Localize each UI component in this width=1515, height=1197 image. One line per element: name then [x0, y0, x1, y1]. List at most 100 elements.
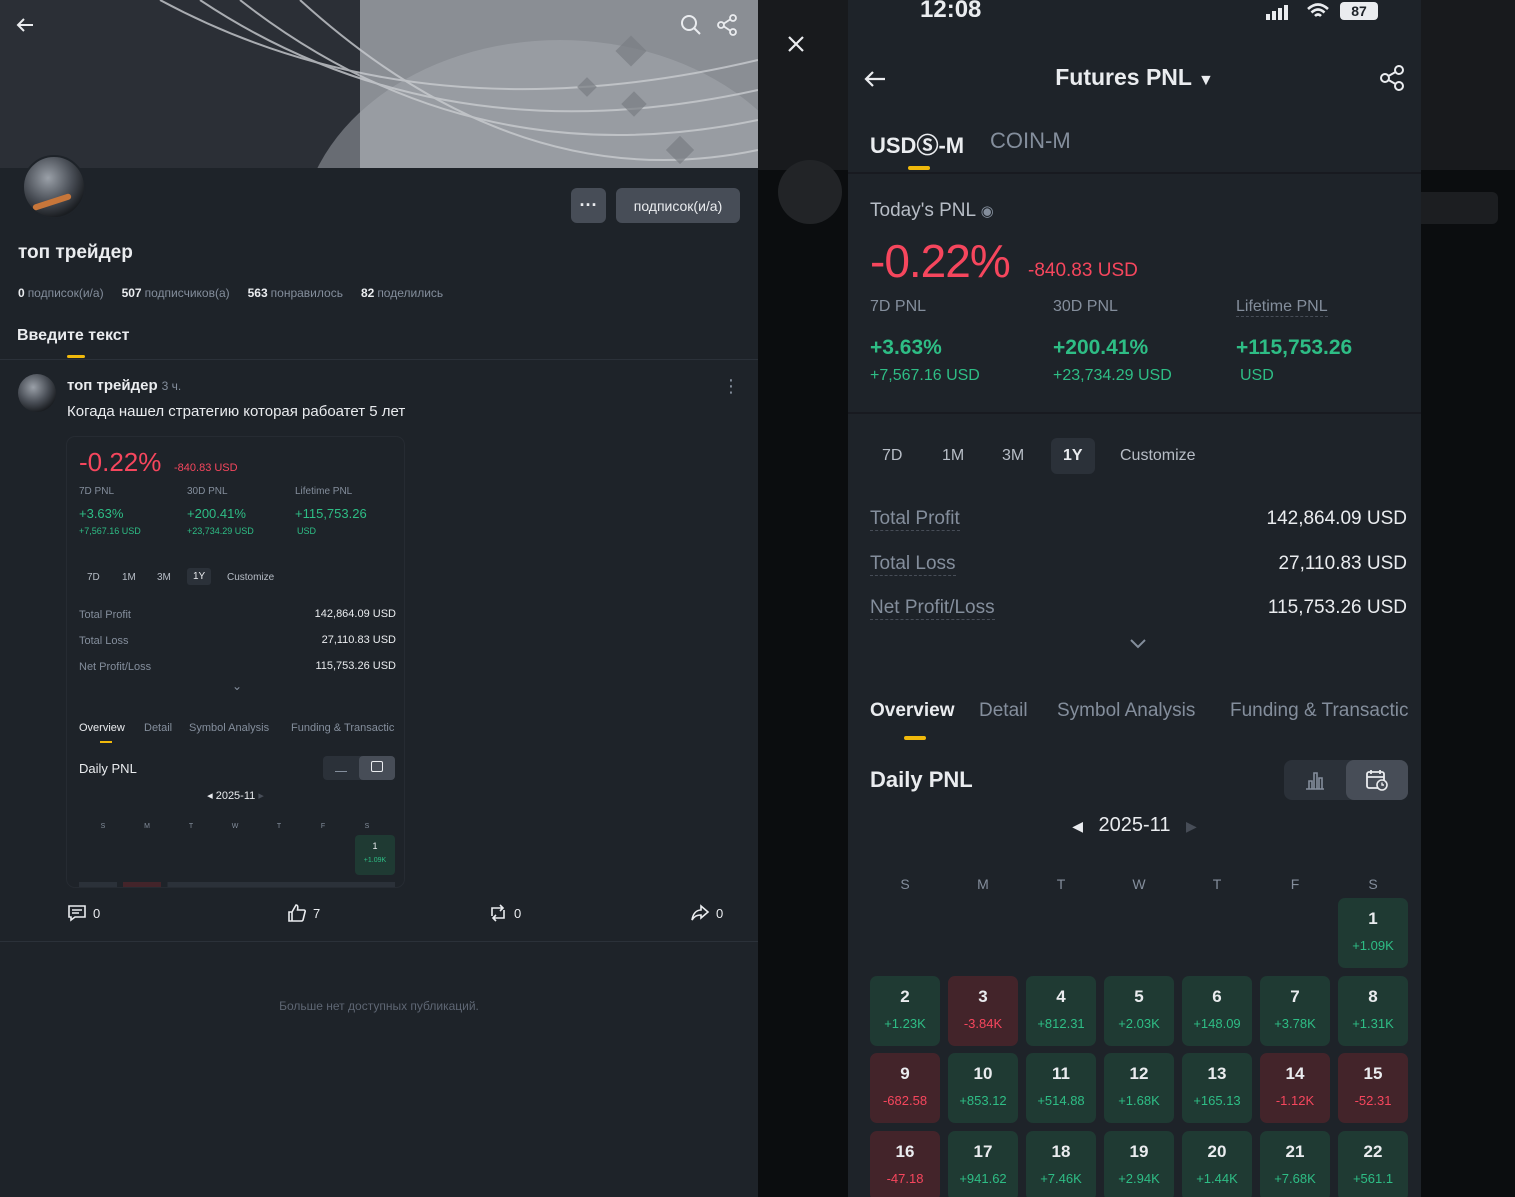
day-number: 13	[1207, 1064, 1227, 1083]
mini-kpi-value: +115,753.26	[295, 506, 367, 521]
day-number: 8	[1368, 987, 1378, 1006]
like-button[interactable]: 7	[287, 903, 320, 923]
calendar-day-cell[interactable]: 22 +561.1	[1338, 1131, 1408, 1197]
calendar-day-cell[interactable]: 12 +1.68K	[1104, 1053, 1174, 1123]
calendar-day-cell[interactable]: 10 +853.12	[948, 1053, 1018, 1123]
chevron-down-icon[interactable]	[1128, 636, 1148, 655]
mini-tab-overview: Overview	[79, 722, 125, 734]
calendar-day-cell[interactable]: 8 +1.31K	[1338, 976, 1408, 1046]
profile-banner	[0, 0, 758, 168]
day-pnl-value: -1.12K	[1275, 1093, 1315, 1108]
profile-name: топ трейдер	[18, 242, 133, 263]
calendar-day-cell[interactable]: 14 -1.12K	[1260, 1053, 1330, 1123]
kpi-30d-value: +200.41%	[1053, 336, 1149, 359]
prev-month-icon[interactable]: ◀	[1072, 818, 1083, 834]
calendar-day-cell[interactable]: 3 -3.84K	[948, 976, 1018, 1046]
mini-month: ◂ 2025-11 ▸	[207, 790, 264, 802]
day-number: 5	[1134, 987, 1144, 1006]
stat-followers[interactable]: 507 подписчиков(а)	[122, 286, 230, 300]
calendar-day-cell[interactable]: 1 +1.09K	[1338, 898, 1408, 968]
calendar-day-cell[interactable]: 2 +1.23K	[870, 976, 940, 1046]
day-number: 6	[1212, 987, 1222, 1006]
day-pnl-value: +1.44K	[1196, 1171, 1238, 1186]
post-action-bar: 0 7 0 0	[0, 895, 758, 931]
calendar-day-cell[interactable]: 11 +514.88	[1026, 1053, 1096, 1123]
tab-active-indicator	[67, 355, 85, 358]
stat-shares: 82 поделились	[360, 286, 444, 300]
more-options-button[interactable]: ···	[571, 188, 606, 223]
day-pnl-value: +7.46K	[1040, 1171, 1082, 1186]
calendar-view-button[interactable]	[1346, 760, 1408, 800]
bar-chart-view-button[interactable]	[1284, 760, 1346, 800]
banner-pattern	[159, 0, 758, 168]
profile-avatar[interactable]	[22, 155, 86, 219]
status-clock: 12:08	[920, 0, 982, 23]
range-7d[interactable]: 7D	[870, 438, 914, 474]
page-title[interactable]: Futures PNL ▼	[848, 64, 1421, 91]
range-1m[interactable]: 1M	[930, 438, 976, 474]
mini-summary-value: 115,753.26 USD	[315, 660, 396, 672]
profile-pane: ··· подписок(и/а) топ трейдер 0 подписок(…	[0, 0, 758, 1197]
calendar-day-cell[interactable]: 5 +2.03K	[1104, 976, 1174, 1046]
range-customize[interactable]: Customize	[1108, 438, 1208, 474]
tab-usds-m[interactable]: USDⓈ-M	[870, 128, 964, 160]
calendar-day-cell[interactable]: 17 +941.62	[948, 1131, 1018, 1197]
mini-tab-detail: Detail	[144, 722, 173, 734]
tab-detail[interactable]: Detail	[979, 700, 1028, 722]
calendar-day-cell[interactable]: 20 +1.44K	[1182, 1131, 1252, 1197]
bar-chart-icon	[1306, 772, 1324, 790]
todays-pnl-label: Today's PNL ◉	[870, 200, 994, 221]
calendar-day-cell[interactable]: 21 +7.68K	[1260, 1131, 1330, 1197]
calendar-day-cell[interactable]: 18 +7.46K	[1026, 1131, 1096, 1197]
stat-following[interactable]: 0 подписок(и/а)	[18, 286, 104, 300]
mini-range-1m: 1M	[122, 572, 136, 583]
kpi-lifetime-usd: USD	[1240, 367, 1274, 384]
day-pnl-value: +3.78K	[1274, 1016, 1316, 1031]
share-icon[interactable]	[1378, 64, 1406, 97]
tab-symbol-analysis[interactable]: Symbol Analysis	[1057, 700, 1195, 722]
divider	[0, 941, 758, 942]
calendar-day-cell[interactable]: 7 +3.78K	[1260, 976, 1330, 1046]
mini-daily-title: Daily PNL	[79, 761, 137, 776]
calendar-day-cell[interactable]: 16 -47.18	[870, 1131, 940, 1197]
back-arrow-icon[interactable]	[14, 14, 42, 42]
mini-weekday-label: M	[144, 823, 150, 830]
kpi-7d-usd: +7,567.16 USD	[870, 367, 980, 384]
share-icon[interactable]	[716, 14, 744, 42]
post-menu-icon[interactable]: ⋮	[722, 376, 740, 397]
calendar-day-cell[interactable]: 15 -52.31	[1338, 1053, 1408, 1123]
next-month-icon[interactable]: ▶	[1186, 818, 1197, 834]
share-post-button[interactable]: 0	[690, 903, 723, 923]
day-pnl-value: +1.68K	[1118, 1093, 1160, 1108]
search-icon[interactable]	[680, 14, 708, 42]
tab-funding-transactions[interactable]: Funding & Transactic	[1230, 700, 1408, 722]
calendar-day-cell[interactable]: 6 +148.09	[1182, 976, 1252, 1046]
mini-weekday-label: F	[320, 823, 326, 830]
comment-button[interactable]: 0	[67, 903, 100, 923]
repost-button[interactable]: 0	[488, 903, 521, 923]
eye-icon[interactable]: ◉	[981, 203, 994, 220]
tab-coin-m[interactable]: COIN-M	[990, 128, 1071, 154]
post-author[interactable]: топ трейдер 3 ч.	[67, 377, 181, 394]
calendar-day-cell[interactable]: 9 -682.58	[870, 1053, 940, 1123]
day-number: 21	[1285, 1142, 1305, 1161]
post-image[interactable]: -0.22% -840.83 USD 7D PNL 30D PNL Lifeti…	[67, 437, 404, 887]
range-3m[interactable]: 3M	[990, 438, 1036, 474]
mini-summary-value: 27,110.83 USD	[321, 634, 396, 646]
range-1y[interactable]: 1Y	[1051, 438, 1095, 474]
calendar-day-cell[interactable]: 13 +165.13	[1182, 1053, 1252, 1123]
post-author-avatar[interactable]	[18, 374, 56, 412]
day-pnl-value: +148.09	[1193, 1016, 1241, 1031]
dropdown-caret-icon: ▼	[1197, 72, 1214, 89]
image-viewer-overlay: 12:08 87 Futures PNL ▼ USDⓈ-M COIN-M Tod…	[758, 0, 1515, 1197]
day-number: 18	[1051, 1142, 1071, 1161]
calendar-day-cell[interactable]: 19 +2.94K	[1104, 1131, 1174, 1197]
weekday-label: F	[1290, 876, 1300, 892]
close-icon[interactable]	[782, 30, 810, 58]
calendar-day-cell[interactable]: 4 +812.31	[1026, 976, 1096, 1046]
tab-overview[interactable]: Overview	[870, 700, 955, 722]
follow-button[interactable]: подписок(и/а)	[616, 188, 740, 223]
mini-kpi-label: 7D PNL	[79, 486, 115, 497]
tab-posts[interactable]: Введите текст	[17, 327, 130, 345]
repost-count: 0	[514, 905, 522, 921]
